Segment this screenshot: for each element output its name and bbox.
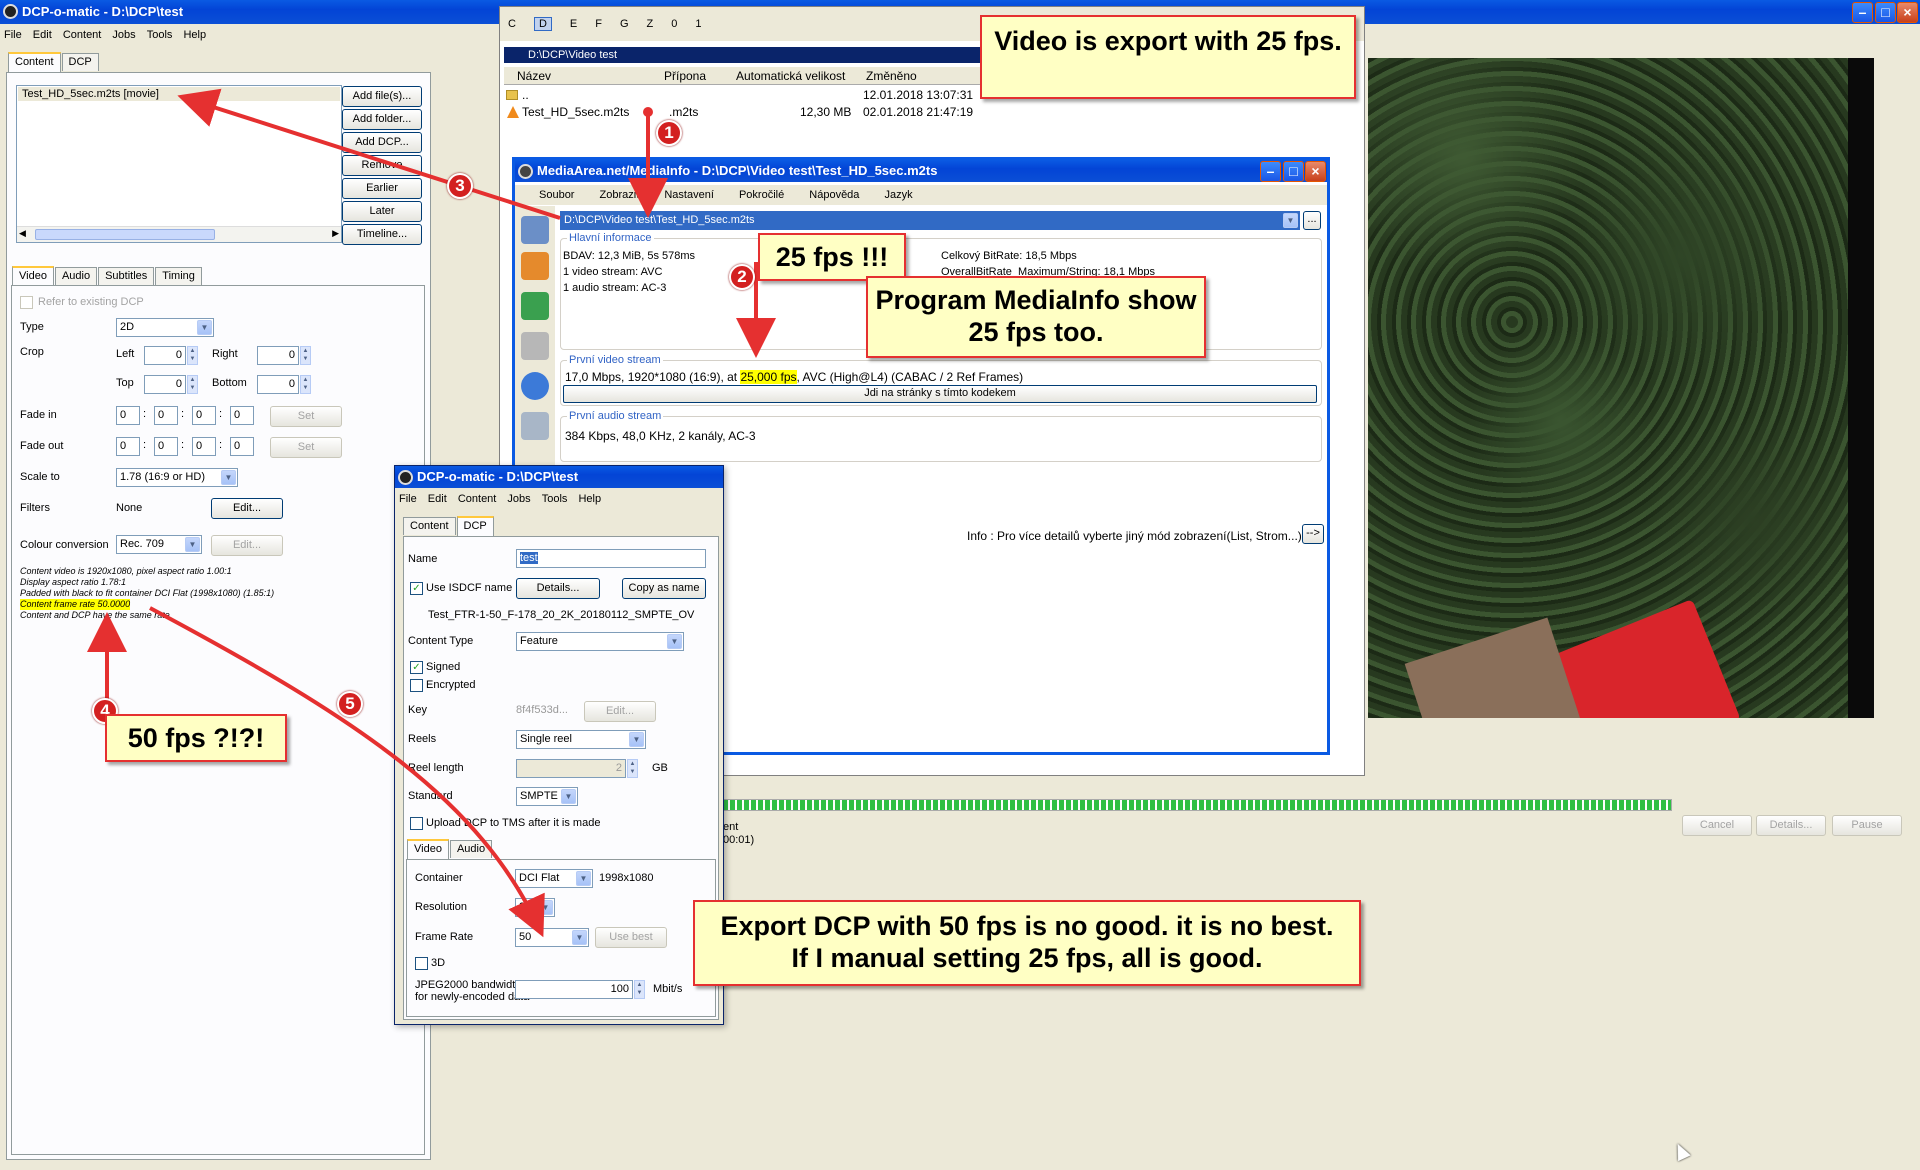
callout-export-line-1: Export DCP with 50 fps is no good. it is… — [720, 911, 1334, 941]
arrow-5 — [149, 606, 545, 938]
callout-video-export: Video is export with 25 fps. — [980, 15, 1356, 99]
annotation-arrows — [87, 88, 776, 938]
marker-2: 2 — [729, 264, 755, 290]
callout-export-line-2: If I manual setting 25 fps, all is good. — [791, 943, 1263, 973]
arrow-3 — [177, 88, 561, 220]
marker-1: 1 — [656, 120, 682, 146]
callout-mediainfo: Program MediaInfo show 25 fps too. — [866, 276, 1206, 358]
callout-50fps: 50 fps ?!?! — [105, 714, 287, 762]
callout-25fps: 25 fps !!! — [758, 233, 906, 281]
marker-5: 5 — [337, 691, 363, 717]
callout-export-dcp: Export DCP with 50 fps is no good. it is… — [693, 900, 1361, 986]
marker-3: 3 — [447, 173, 473, 199]
